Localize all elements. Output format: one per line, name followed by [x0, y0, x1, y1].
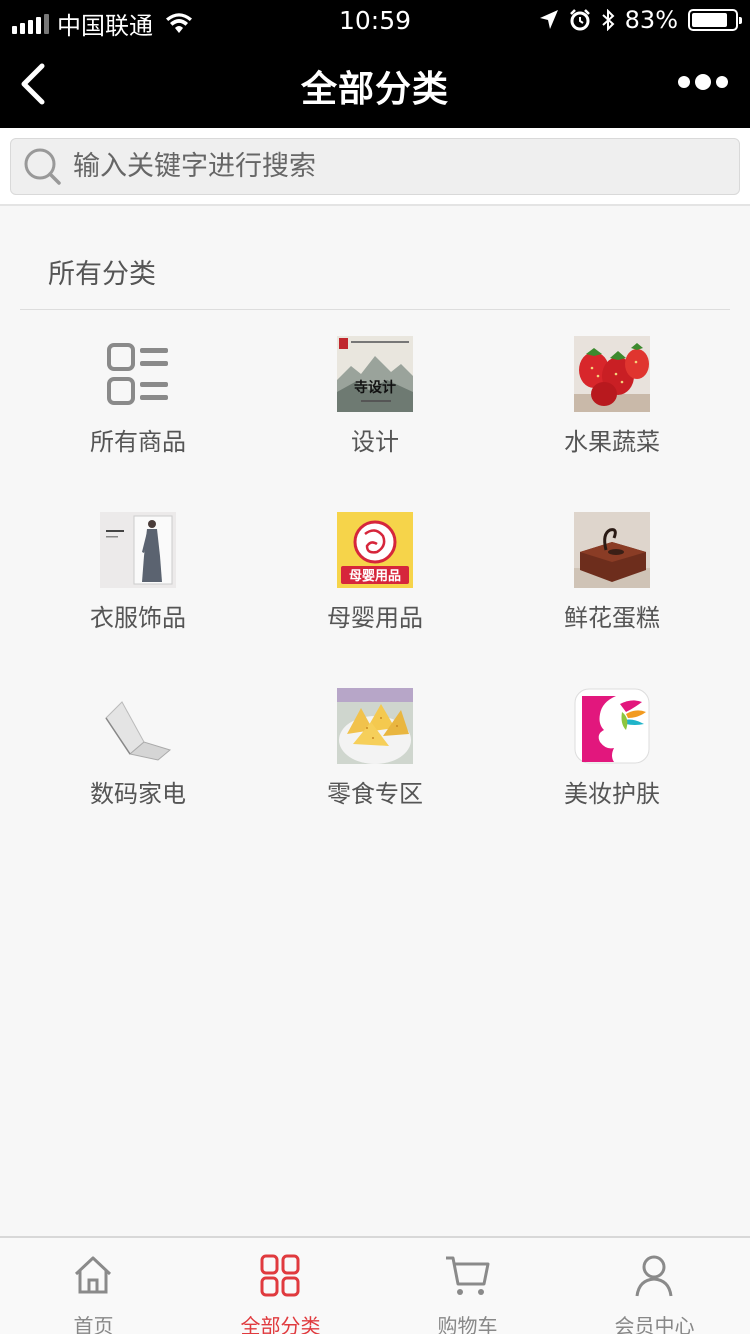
category-grid-icon — [260, 1254, 300, 1297]
search-bar — [0, 128, 750, 206]
category-fruit-vegetables[interactable]: 水果蔬菜 — [494, 310, 730, 486]
tab-home[interactable]: 首页 — [0, 1238, 187, 1334]
home-icon — [74, 1256, 112, 1294]
search-box[interactable] — [10, 138, 740, 195]
category-all-products[interactable]: 所有商品 — [20, 310, 256, 486]
battery-percent: 83% — [624, 6, 678, 34]
category-label: 数码家电 — [90, 780, 186, 808]
category-label: 水果蔬菜 — [564, 428, 660, 456]
location-arrow-icon — [539, 10, 558, 29]
page-title: 全部分类 — [300, 69, 449, 110]
search-icon — [24, 148, 61, 185]
section-title: 所有分类 — [48, 259, 156, 290]
search-input[interactable] — [73, 151, 693, 182]
category-beauty-skincare[interactable]: 美妆护肤 — [494, 662, 730, 838]
tab-cart[interactable]: 购物车 — [374, 1238, 561, 1334]
category-label: 鲜花蛋糕 — [564, 604, 660, 632]
clothing-thumbnail — [100, 512, 176, 588]
baby-products-thumbnail: 母婴用品 — [337, 512, 413, 588]
laptop-thumbnail — [100, 688, 176, 764]
user-icon — [635, 1255, 673, 1297]
category-label: 衣服饰品 — [90, 604, 186, 632]
category-baby-products[interactable]: 母婴用品 母婴用品 — [257, 486, 493, 662]
category-label: 母婴用品 — [327, 604, 423, 632]
tab-all-categories[interactable]: 全部分类 — [187, 1238, 374, 1334]
tab-label: 首页 — [73, 1314, 114, 1334]
cosmetics-logo-thumbnail — [574, 688, 650, 764]
snack-thumbnail — [337, 688, 413, 764]
battery-level — [692, 13, 727, 27]
status-right: 83% — [539, 6, 742, 34]
more-dots-icon[interactable] — [678, 74, 728, 90]
category-label: 美妆护肤 — [564, 780, 660, 808]
cart-icon — [446, 1256, 490, 1295]
baby-thumb-text: 母婴用品 — [349, 568, 401, 584]
design-thumb-text: 寺设计 — [354, 379, 396, 396]
tab-member-center[interactable]: 会员中心 — [561, 1238, 748, 1334]
category-digital-appliances[interactable]: 数码家电 — [20, 662, 256, 838]
battery-icon — [688, 9, 742, 31]
list-grid-icon — [100, 336, 176, 412]
category-flower-cake[interactable]: 鲜花蛋糕 — [494, 486, 730, 662]
bluetooth-icon — [601, 9, 615, 31]
category-snacks[interactable]: 零食专区 — [257, 662, 493, 838]
category-label: 零食专区 — [327, 780, 423, 808]
nav-bar: 全部分类 — [0, 40, 750, 128]
category-label: 设计 — [351, 428, 399, 456]
category-clothing[interactable]: 衣服饰品 — [20, 486, 256, 662]
tab-label: 会员中心 — [614, 1314, 695, 1334]
tab-bar: 首页 全部分类 购物车 会员中心 — [0, 1236, 750, 1334]
status-bar: 中国联通 10:59 83% — [0, 0, 750, 40]
category-label: 所有商品 — [90, 428, 186, 456]
tab-label: 全部分类 — [240, 1314, 321, 1334]
category-design[interactable]: 寺设计 设计 — [257, 310, 493, 486]
cake-thumbnail — [574, 512, 650, 588]
tab-label: 购物车 — [437, 1314, 498, 1334]
alarm-icon — [569, 9, 590, 31]
design-thumbnail: 寺设计 — [337, 336, 413, 412]
strawberry-thumbnail — [574, 336, 650, 412]
